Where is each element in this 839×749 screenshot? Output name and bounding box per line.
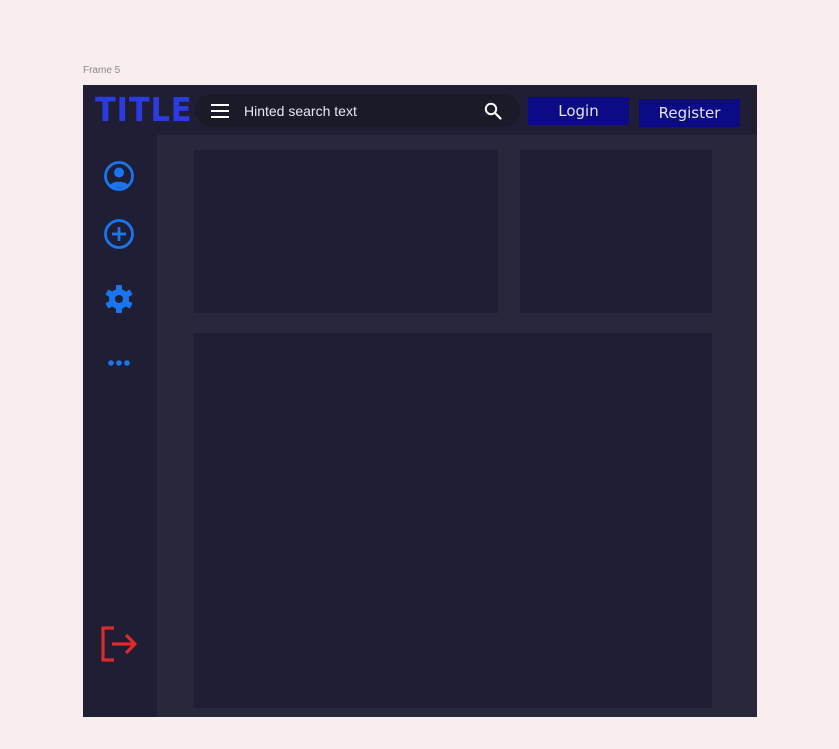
gear-icon[interactable]	[103, 283, 135, 315]
register-button[interactable]: Register	[639, 99, 740, 127]
add-circle-icon[interactable]	[103, 218, 135, 250]
app-title-logo: TITLE	[95, 90, 193, 129]
canvas: Frame 5 TITLE Hinted search text Login R…	[0, 0, 839, 749]
hamburger-menu-icon[interactable]	[211, 104, 229, 118]
login-button[interactable]: Login	[528, 97, 629, 125]
content-panel-top-right	[520, 150, 712, 313]
logout-icon[interactable]	[99, 624, 139, 664]
search-bar[interactable]: Hinted search text	[195, 94, 520, 127]
frame-label: Frame 5	[83, 65, 121, 76]
account-circle-icon[interactable]	[103, 160, 135, 192]
app-frame: TITLE Hinted search text Login Register	[83, 85, 757, 717]
content-panel-main	[194, 333, 712, 708]
content-panel-top-left	[194, 150, 498, 313]
search-icon[interactable]	[484, 102, 502, 120]
search-input[interactable]: Hinted search text	[244, 102, 357, 120]
more-horizontal-icon[interactable]	[103, 347, 135, 379]
sidebar	[83, 135, 157, 717]
top-bar: TITLE Hinted search text Login Register	[83, 85, 757, 135]
